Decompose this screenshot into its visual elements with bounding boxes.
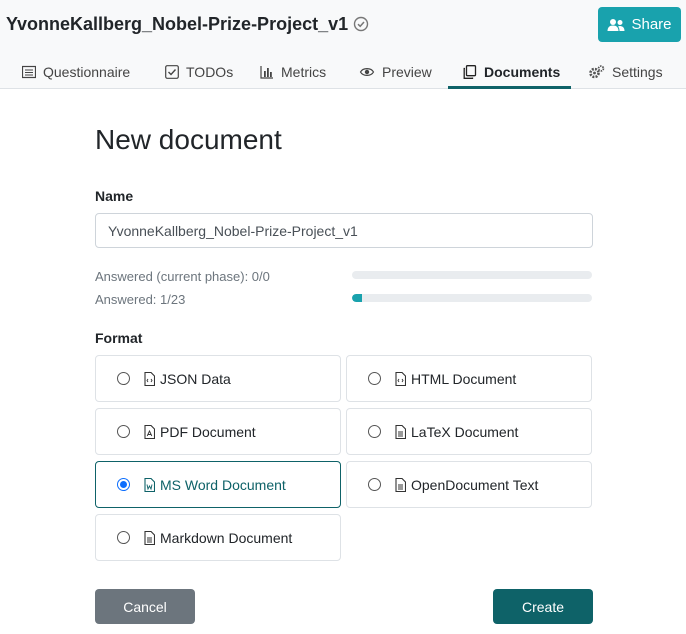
copy-icon	[463, 64, 477, 79]
list-icon	[22, 65, 36, 78]
answered-progress-fill	[352, 294, 363, 302]
create-button[interactable]: Create	[493, 589, 593, 624]
tab-todos[interactable]: TODOs	[165, 56, 233, 89]
tab-questionnaire[interactable]: Questionnaire	[22, 56, 130, 89]
tab-label: Documents	[484, 63, 561, 80]
format-option-label: JSON Data	[160, 371, 231, 387]
format-radio[interactable]	[368, 425, 381, 438]
tab-preview[interactable]: Preview	[359, 56, 432, 89]
answered-text: Answered: 1/23	[95, 292, 186, 307]
format-option-latex-document[interactable]: LaTeX Document	[346, 408, 592, 455]
tab-metrics[interactable]: Metrics	[260, 56, 326, 89]
page-title: New document	[95, 124, 282, 155]
answered-progress	[352, 294, 592, 302]
cogs-icon	[589, 64, 605, 78]
file-text-icon	[395, 478, 406, 492]
format-option-ms-word-document[interactable]: MS Word Document	[95, 461, 341, 508]
file-text-icon	[144, 531, 155, 545]
tab-bar: Questionnaire TODOs Metrics Preview Docu…	[0, 56, 686, 89]
top-header: YvonneKallberg_Nobel-Prize-Project_v1 Sh…	[0, 0, 686, 89]
format-radio[interactable]	[117, 478, 130, 491]
tab-documents[interactable]: Documents	[463, 56, 560, 89]
tab-label: Settings	[612, 63, 663, 80]
format-option-label: OpenDocument Text	[411, 477, 539, 493]
tab-label: Metrics	[281, 63, 327, 80]
share-label: Share	[631, 16, 672, 33]
check-circle-icon	[353, 16, 369, 32]
file-code-icon	[144, 372, 155, 386]
checkbox-icon	[165, 64, 179, 79]
share-button[interactable]: Share	[598, 7, 681, 42]
bar-chart-icon	[260, 65, 273, 79]
active-tab-indicator	[448, 86, 571, 89]
format-radio[interactable]	[368, 372, 381, 385]
eye-icon	[359, 67, 375, 76]
format-option-label: Markdown Document	[160, 530, 293, 546]
format-radio[interactable]	[117, 372, 130, 385]
tab-label: Questionnaire	[43, 63, 131, 80]
project-title: YvonneKallberg_Nobel-Prize-Project_v1	[6, 14, 349, 34]
format-radio[interactable]	[117, 425, 130, 438]
format-option-label: PDF Document	[160, 424, 256, 440]
tab-label: TODOs	[186, 63, 234, 80]
cancel-button[interactable]: Cancel	[95, 589, 195, 624]
format-option-opendocument-text[interactable]: OpenDocument Text	[346, 461, 592, 508]
format-option-json-data[interactable]: JSON Data	[95, 355, 341, 402]
format-option-markdown-document[interactable]: Markdown Document	[95, 514, 341, 561]
file-pdf-icon	[144, 425, 155, 439]
answered-current-progress	[352, 271, 592, 279]
file-word-icon	[144, 478, 155, 492]
radio-selected-dot	[120, 481, 127, 488]
format-option-label: LaTeX Document	[411, 424, 519, 440]
users-icon	[607, 18, 625, 31]
name-label: Name	[95, 188, 134, 204]
format-radio[interactable]	[117, 531, 130, 544]
format-label: Format	[95, 330, 143, 346]
name-input[interactable]	[95, 213, 593, 248]
format-option-label: HTML Document	[411, 371, 517, 387]
file-code-icon	[395, 372, 406, 386]
file-text-icon	[395, 425, 406, 439]
answered-current-text: Answered (current phase): 0/0	[95, 269, 270, 284]
tab-label: Preview	[382, 63, 432, 80]
format-option-html-document[interactable]: HTML Document	[346, 355, 592, 402]
tab-settings[interactable]: Settings	[588, 56, 663, 89]
format-option-pdf-document[interactable]: PDF Document	[95, 408, 341, 455]
format-radio[interactable]	[368, 478, 381, 491]
format-option-label: MS Word Document	[160, 477, 286, 493]
